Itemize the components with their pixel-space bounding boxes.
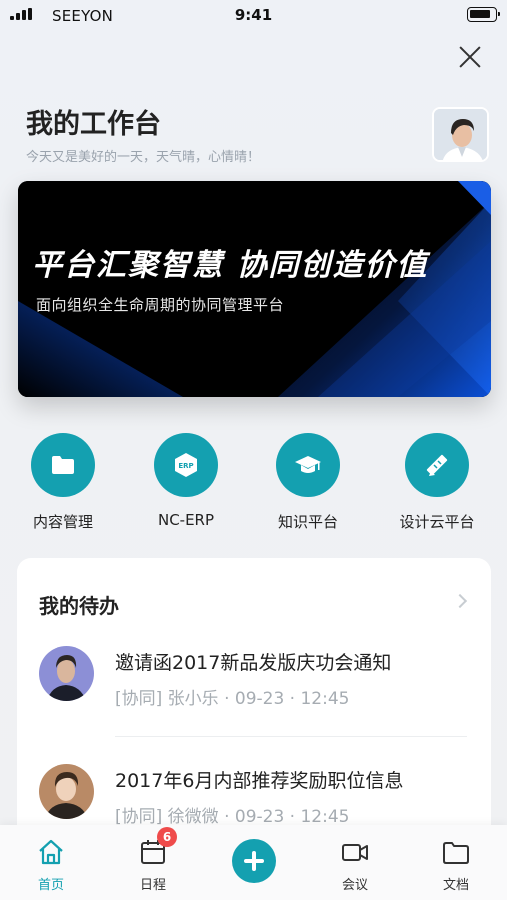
tab-label: 会议 [341,878,368,893]
page-subtitle: 今天又是美好的一天，天气晴，心情晴！ [26,150,261,165]
todo-card: 我的待办 邀请函2017新品发版庆功会通知 [协同] 张小乐 · 09-23 ·… [17,558,491,848]
folder-icon [31,433,95,497]
tab-home[interactable]: 首页 [11,825,91,900]
tab-label: 日程 [139,878,166,893]
app-nc-erp[interactable]: ERP NC-ERP [131,430,241,535]
erp-icon: ERP [154,433,218,497]
divider [115,736,467,737]
plus-icon[interactable] [232,839,276,883]
tab-schedule[interactable]: 日程 [113,825,193,900]
app-label: NC-ERP [157,511,215,529]
avatar [39,646,94,701]
tab-documents[interactable]: 文档 [416,825,496,900]
video-icon [342,844,368,861]
tab-label: 文档 [442,878,469,893]
app-content-management[interactable]: 内容管理 [8,430,118,535]
todo-title: 我的待办 [39,594,119,618]
graduation-cap-icon [276,433,340,497]
app-knowledge-platform[interactable]: 知识平台 [253,430,363,535]
notification-badge: 6 [157,827,177,847]
tab-bar: 首页 日程 6 会议 文档 [0,825,507,900]
avatar [39,764,94,819]
app-label: 设计云平台 [399,513,475,531]
user-avatar[interactable] [432,107,489,162]
todo-item-meta: [协同] 张小乐 · 09-23 · 12:45 [115,689,350,709]
todo-item-title: 2017年6月内部推荐奖励职位信息 [115,770,404,792]
app-shortcuts: 内容管理 ERP NC-ERP 知识平台 设计云平台 [0,430,507,540]
app-design-cloud[interactable]: 设计云平台 [382,430,492,535]
app-label: 内容管理 [32,513,93,531]
home-icon [39,839,63,865]
page-title: 我的工作台 [26,109,161,140]
todo-item-title: 邀请函2017新品发版庆功会通知 [115,652,392,674]
tab-meeting[interactable]: 会议 [315,825,395,900]
status-time: 9:41 [234,6,273,24]
folder-icon [443,842,469,864]
svg-text:ERP: ERP [178,462,193,470]
todo-item-meta: [协同] 徐微微 · 09-23 · 12:45 [115,807,350,827]
chevron-right-icon[interactable] [452,593,468,609]
tab-label: 首页 [37,878,64,893]
close-button[interactable] [457,44,483,70]
battery-icon [467,7,500,22]
promo-banner[interactable] [18,181,491,397]
app-label: 知识平台 [277,513,338,531]
banner-headline: 平台汇聚智慧 协同创造价值 [32,248,429,283]
banner-subline: 面向组织全生命周期的协同管理平台 [36,296,285,314]
todo-item[interactable]: 邀请函2017新品发版庆功会通知 [协同] 张小乐 · 09-23 · 12:4… [17,646,491,736]
ruler-pencil-icon [405,433,469,497]
status-bar: SEEYON 9:41 [0,0,507,32]
